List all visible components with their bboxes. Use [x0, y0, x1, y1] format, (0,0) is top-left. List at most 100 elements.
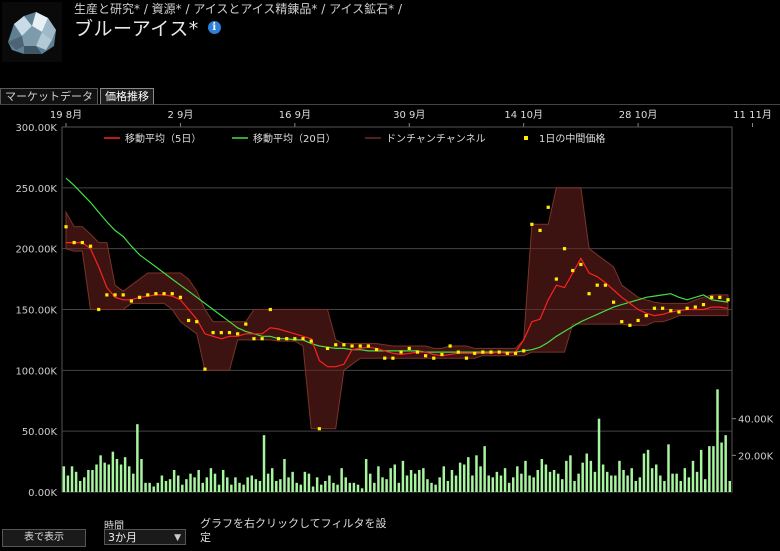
legend-label: 移動平均（5日）: [125, 132, 201, 145]
median-point: [129, 299, 133, 303]
median-point: [407, 346, 411, 351]
median-point: [178, 295, 183, 299]
volume-bar: [266, 473, 270, 492]
median-point: [481, 350, 485, 354]
median-point: [415, 350, 420, 354]
volume-bar: [556, 473, 560, 492]
volume-bar: [176, 475, 180, 492]
tab-price-history[interactable]: 価格推移: [100, 88, 154, 104]
median-point: [88, 244, 93, 248]
volume-bar: [132, 473, 135, 492]
volume-bar: [679, 481, 682, 492]
volume-bar: [66, 475, 70, 492]
volume-bar: [565, 460, 568, 492]
volume-bar: [189, 473, 192, 492]
median-point: [244, 322, 248, 326]
median-point: [489, 350, 493, 354]
median-point: [710, 295, 714, 299]
show-table-button[interactable]: 表で表示: [2, 529, 86, 547]
volume-bar: [127, 466, 131, 492]
median-point: [505, 351, 509, 355]
volume-bar: [430, 482, 433, 492]
volume-bar: [83, 477, 86, 492]
date-label: 11 11月: [733, 109, 772, 121]
volume-bar: [99, 455, 102, 492]
median-point: [497, 350, 501, 354]
volume-bar: [724, 435, 727, 492]
median-point: [301, 337, 305, 341]
tab-market-data[interactable]: マーケットデータ: [0, 88, 98, 104]
price-history-chart[interactable]: 19 8月 2 9月 16 9月 30 9月 14 10月 28 10月 11 11月 0.…: [0, 105, 780, 515]
median-point: [154, 292, 158, 296]
volume-bar: [172, 470, 176, 492]
volume-bar: [667, 444, 670, 492]
median-point: [587, 292, 591, 296]
volume-bar: [164, 481, 168, 492]
volume-bar: [446, 481, 450, 492]
median-point: [701, 303, 706, 307]
volume-bar: [511, 477, 515, 492]
volume-bar: [221, 470, 225, 492]
volume-bar: [242, 484, 245, 492]
median-point: [636, 318, 640, 323]
volume-bar: [409, 470, 413, 492]
volume-bar: [140, 459, 143, 492]
volume-bar: [495, 471, 499, 492]
volume-bar: [307, 473, 311, 492]
volume-bar: [695, 471, 699, 492]
volume-bar: [144, 482, 147, 492]
median-point: [522, 349, 526, 353]
date-label: 30 9月: [393, 109, 425, 121]
price-tick-label: 300.00K: [15, 123, 57, 134]
median-point: [603, 283, 608, 287]
median-point: [562, 247, 567, 251]
median-point: [358, 344, 362, 348]
volume-bar: [418, 470, 421, 492]
volume-bar: [283, 459, 286, 492]
page-title: ブルーアイス*: [74, 18, 199, 40]
median-point: [554, 277, 558, 281]
median-point: [448, 344, 452, 348]
volume-bar: [381, 477, 384, 492]
price-tick-label: 200.00K: [15, 245, 57, 256]
volume-bar: [561, 479, 564, 492]
volume-bar: [434, 484, 437, 492]
volume-bar: [123, 457, 127, 492]
volume-bar: [548, 471, 552, 492]
median-point: [227, 331, 232, 335]
header: 生産と研究* / 資源* / アイスとアイス精錬品* / アイス鉱石* / ブル…: [0, 0, 780, 88]
time-range-select[interactable]: 3か月 ▼: [104, 529, 186, 545]
volume-bar: [540, 459, 544, 492]
volume-bar: [401, 460, 405, 492]
median-point: [211, 331, 215, 335]
volume-tick-label: 20.00K: [738, 451, 774, 462]
volume-bar: [454, 475, 458, 492]
median-point: [72, 240, 76, 245]
volume-bar: [193, 477, 196, 492]
volume-bar: [663, 481, 666, 492]
median-point: [162, 292, 166, 296]
median-point: [383, 356, 387, 360]
date-label: 14 10月: [504, 109, 543, 121]
median-point: [276, 337, 281, 341]
volume-bar: [344, 477, 347, 492]
median-point: [644, 313, 648, 318]
volume-bar: [160, 475, 164, 492]
median-point: [669, 309, 673, 313]
volume-bar: [275, 481, 278, 492]
volume-bar: [610, 475, 613, 492]
volume-bar: [377, 466, 380, 492]
volume-bars: [62, 389, 731, 492]
volume-bar: [136, 424, 139, 492]
median-point: [285, 337, 289, 341]
volume-axis: 20.00K 40.00K: [732, 415, 774, 462]
median-point: [677, 310, 681, 314]
median-point: [325, 346, 330, 351]
moving-average-lines: [65, 177, 729, 368]
median-point: [342, 343, 346, 347]
volume-bar: [720, 442, 723, 492]
volume-bar: [601, 464, 605, 492]
median-point: [538, 228, 542, 233]
info-icon[interactable]: i: [207, 21, 221, 34]
volume-bar: [471, 475, 474, 492]
